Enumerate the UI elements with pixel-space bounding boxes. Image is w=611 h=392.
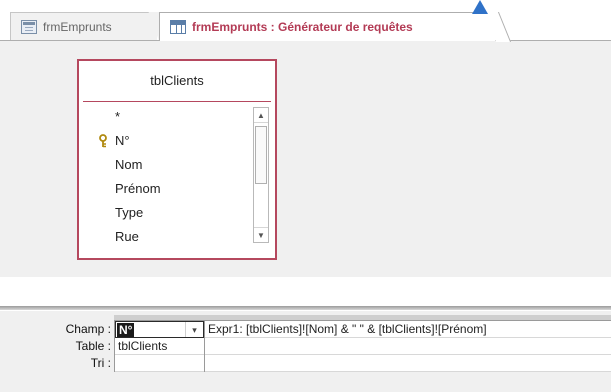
sort-cell[interactable] (205, 355, 611, 372)
key-icon (99, 134, 107, 148)
query-design-grid: Champ : Table : Tri : N° ▾ tblClients Ex… (0, 311, 611, 392)
pointer-arrow-icon (472, 0, 488, 14)
scroll-thumb[interactable] (255, 126, 267, 184)
field-item[interactable]: Nom (79, 153, 249, 177)
field-item[interactable]: * (79, 105, 249, 129)
field-item[interactable]: Type (79, 201, 249, 225)
scroll-up-icon[interactable]: ▲ (254, 108, 268, 123)
form-icon (21, 20, 37, 34)
table-cell[interactable] (205, 338, 611, 355)
chevron-down-icon[interactable]: ▾ (185, 322, 203, 337)
grid-column-2: Expr1: [tblClients]![Nom] & " " & [tblCl… (204, 321, 611, 372)
row-label-table: Table : (75, 339, 111, 353)
tab-query-builder[interactable]: frmEmprunts : Générateur de requêtes (159, 12, 495, 41)
sort-cell[interactable] (115, 355, 204, 372)
table-title[interactable]: tblClients (79, 61, 275, 99)
field-item[interactable]: Prénom (79, 177, 249, 201)
field-item[interactable]: Rue (79, 225, 249, 249)
tab-label: frmEmprunts (43, 20, 112, 34)
field-cell[interactable]: N° ▾ (115, 321, 204, 338)
grid-row-labels: Champ : Table : Tri : (40, 321, 114, 372)
pane-splitter-area (0, 277, 611, 311)
grid-column-1: N° ▾ tblClients (114, 321, 204, 372)
field-list: * N° Nom Prénom Type Rue (79, 105, 249, 249)
field-list-scrollbar[interactable]: ▲ ▼ (253, 107, 269, 243)
scroll-down-icon[interactable]: ▼ (254, 227, 268, 242)
query-design-pane: tblClients * N° Nom Prénom Type Rue ▲ ▼ (0, 41, 611, 300)
query-icon (170, 20, 186, 34)
table-field-list[interactable]: tblClients * N° Nom Prénom Type Rue ▲ ▼ (77, 59, 277, 260)
table-cell[interactable]: tblClients (115, 338, 204, 355)
tab-frmemprunts[interactable]: frmEmprunts (10, 12, 157, 41)
field-item-primary-key[interactable]: N° (79, 129, 249, 153)
pane-splitter[interactable] (0, 306, 611, 310)
field-cell[interactable]: Expr1: [tblClients]![Nom] & " " & [tblCl… (205, 321, 611, 338)
row-label-champ: Champ : (65, 322, 111, 336)
field-cell-value: N° (117, 323, 135, 337)
divider (83, 101, 271, 102)
row-label-tri: Tri : (90, 356, 111, 370)
document-tab-bar: frmEmprunts frmEmprunts : Générateur de … (0, 0, 611, 41)
tab-label: frmEmprunts : Générateur de requêtes (192, 20, 413, 34)
